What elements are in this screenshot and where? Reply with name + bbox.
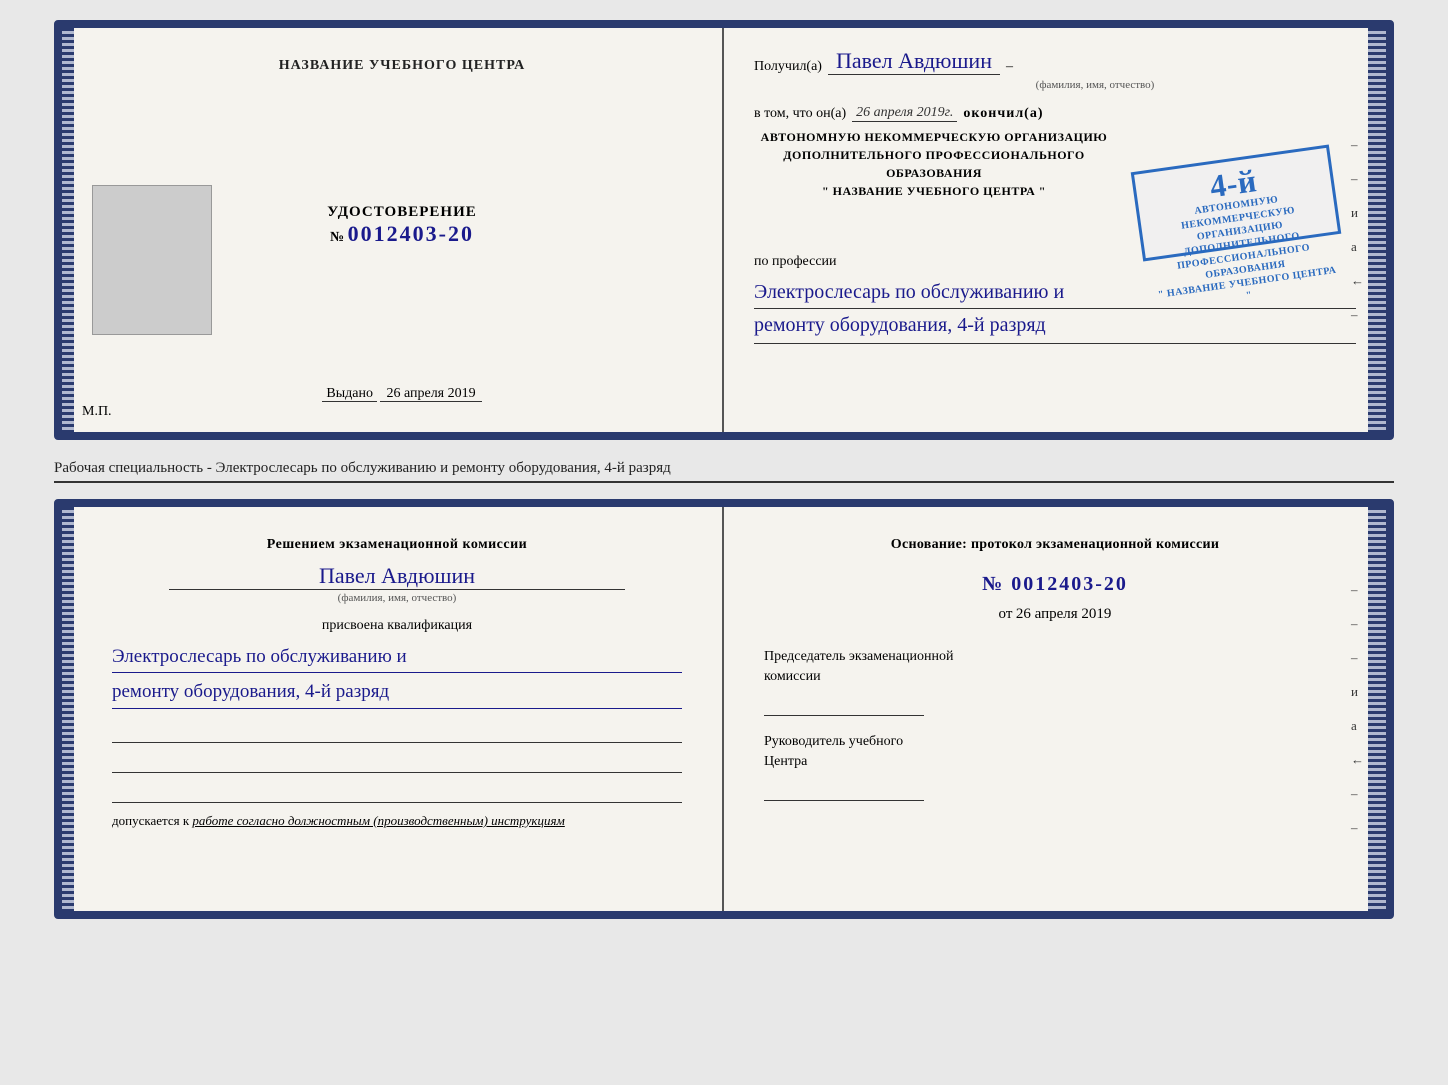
- in-that-line: в том, что он(а) 26 апреля 2019г. окончи…: [754, 105, 1356, 122]
- qualification-line1: Электрослесарь по обслуживанию и: [112, 642, 682, 673]
- director-line2: Центра: [764, 754, 807, 769]
- cert-issued-block: Выдано 26 апреля 2019: [322, 386, 481, 402]
- side-dash-1: –: [1351, 137, 1364, 153]
- side-char-a: а: [1351, 239, 1364, 255]
- director-label: Руководитель учебного Центра: [764, 732, 1346, 771]
- admitted-italic: работе согласно должностным (производств…: [192, 813, 564, 828]
- extra-line-1: [112, 719, 682, 743]
- chairman-label: Председатель экзаменационной комиссии: [764, 647, 1346, 686]
- cert-number-prefix: №: [330, 230, 344, 245]
- b-side-char-arrow: ←: [1351, 752, 1364, 768]
- b-side-dash-3: –: [1351, 650, 1364, 666]
- mp-label: М.П.: [82, 404, 112, 420]
- qualification-label: присвоена квалификация: [112, 618, 682, 634]
- b-side-dash-5: –: [1351, 820, 1364, 836]
- chairman-block: Председатель экзаменационной комиссии: [764, 647, 1346, 716]
- decision-title: Решением экзаменационной комиссии: [112, 537, 682, 553]
- received-label: Получил(а): [754, 59, 822, 75]
- protocol-date: 26 апреля 2019: [1016, 606, 1112, 622]
- finished-label: окончил(а): [963, 106, 1043, 122]
- qualification-hw-block: Электрослесарь по обслуживанию и ремонту…: [112, 642, 682, 709]
- side-char-arrow: ←: [1351, 273, 1364, 289]
- bottom-side-decorations: – – – и а ← – –: [1351, 582, 1364, 836]
- description-text: Рабочая специальность - Электрослесарь п…: [54, 456, 1394, 483]
- issued-label: Выдано: [322, 386, 377, 402]
- protocol-number: № 0012403-20: [764, 573, 1346, 596]
- cert-left-panel: НАЗВАНИЕ УЧЕБНОГО ЦЕНТРА УДОСТОВЕРЕНИЕ №…: [62, 28, 724, 432]
- chairman-line2: комиссии: [764, 669, 821, 684]
- bottom-certificate: Решением экзаменационной комиссии Павел …: [54, 499, 1394, 919]
- director-line1: Руководитель учебного: [764, 734, 903, 749]
- b-side-char-i: и: [1351, 684, 1364, 700]
- name-sub-label: (фамилия, имя, отчество): [834, 79, 1356, 91]
- profession-line2: ремонту оборудования, 4-й разряд: [754, 309, 1356, 344]
- b-side-char-a: а: [1351, 718, 1364, 734]
- side-decorations: – – и а ← –: [1351, 137, 1364, 323]
- org-line2: ДОПОЛНИТЕЛЬНОГО ПРОФЕССИОНАЛЬНОГО ОБРАЗО…: [754, 146, 1114, 182]
- protocol-value: 0012403-20: [1011, 573, 1128, 595]
- dash-1: –: [1006, 59, 1013, 75]
- bottom-name-sub: (фамилия, имя, отчество): [112, 592, 682, 604]
- admitted-text: допускается к работе согласно должностны…: [112, 813, 682, 829]
- b-side-dash-1: –: [1351, 582, 1364, 598]
- spine-right-decoration: [1368, 28, 1386, 432]
- chairman-line1: Председатель экзаменационной: [764, 649, 953, 664]
- training-center-title: НАЗВАНИЕ УЧЕБНОГО ЦЕНТРА: [279, 58, 525, 74]
- director-block: Руководитель учебного Центра: [764, 732, 1346, 801]
- date-prefix: от: [999, 606, 1013, 622]
- grade-stamp: 4-й АВТОНОМНУЮ НЕКОММЕРЧЕСКУЮ ОРГАНИЗАЦИ…: [1131, 145, 1342, 262]
- protocol-date-line: от 26 апреля 2019: [764, 606, 1346, 623]
- extra-line-2: [112, 749, 682, 773]
- cert-number-row: № 0012403-20: [327, 221, 477, 247]
- b-side-dash-2: –: [1351, 616, 1364, 632]
- cert-number-value: 0012403-20: [348, 221, 474, 246]
- chairman-sig-line: [764, 692, 924, 716]
- in-that-prefix: в том, что он(а): [754, 106, 846, 122]
- recipient-name: Павел Авдюшин: [828, 48, 1000, 75]
- extra-lines: [112, 719, 682, 803]
- top-certificate: НАЗВАНИЕ УЧЕБНОГО ЦЕНТРА УДОСТОВЕРЕНИЕ №…: [54, 20, 1394, 440]
- cert-doc-label: УДОСТОВЕРЕНИЕ: [327, 204, 477, 221]
- stamp-org-block: 4-й АВТОНОМНУЮ НЕКОММЕРЧЕСКУЮ ОРГАНИЗАЦИ…: [754, 128, 1356, 238]
- cert-right-panel: Получил(а) Павел Авдюшин – (фамилия, имя…: [724, 28, 1386, 432]
- received-line: Получил(а) Павел Авдюшин –: [754, 48, 1356, 75]
- director-sig-line: [764, 777, 924, 801]
- cert-number-block: УДОСТОВЕРЕНИЕ № 0012403-20: [327, 204, 477, 247]
- basis-title: Основание: протокол экзаменационной коми…: [764, 537, 1346, 553]
- side-dash-3: –: [1351, 307, 1364, 323]
- bottom-person-name: Павел Авдюшин: [169, 563, 625, 590]
- qualification-line2: ремонту оборудования, 4-й разряд: [112, 677, 682, 708]
- admitted-prefix: допускается к: [112, 813, 189, 828]
- completion-date: 26 апреля 2019г.: [852, 105, 957, 122]
- org-block: АВТОНОМНУЮ НЕКОММЕРЧЕСКУЮ ОРГАНИЗАЦИЮ ДО…: [754, 128, 1114, 200]
- bottom-right-panel: Основание: протокол экзаменационной коми…: [724, 507, 1386, 911]
- side-dash-2: –: [1351, 171, 1364, 187]
- org-line1: АВТОНОМНУЮ НЕКОММЕРЧЕСКУЮ ОРГАНИЗАЦИЮ: [754, 128, 1114, 146]
- photo-placeholder: [92, 185, 212, 335]
- bottom-spine-right: [1368, 507, 1386, 911]
- bottom-left-panel: Решением экзаменационной комиссии Павел …: [62, 507, 724, 911]
- side-char-i: и: [1351, 205, 1364, 221]
- b-side-dash-4: –: [1351, 786, 1364, 802]
- extra-line-3: [112, 779, 682, 803]
- protocol-prefix: №: [982, 573, 1004, 595]
- bottom-spine-left: [62, 507, 74, 911]
- org-line3: " НАЗВАНИЕ УЧЕБНОГО ЦЕНТРА ": [754, 182, 1114, 200]
- issued-date: 26 апреля 2019: [380, 386, 481, 402]
